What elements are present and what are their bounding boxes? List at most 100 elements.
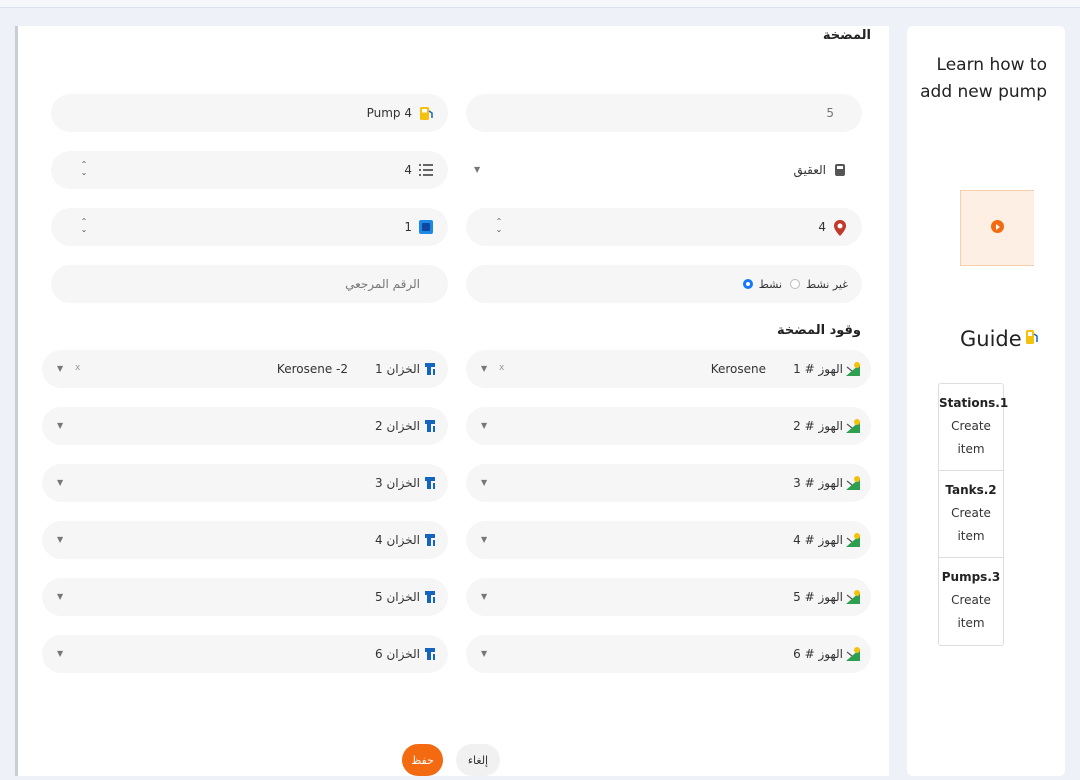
nozzle-select[interactable]: الهوز # 3 ▼	[466, 464, 871, 502]
cancel-button[interactable]: إلغاء	[456, 744, 500, 776]
tank-select[interactable]: الخزان 1 Kerosene -2 x ▼	[42, 350, 448, 388]
location-field[interactable]: 4 ⌃ ⌄	[466, 208, 862, 246]
nozzle-label: الهوز # 3	[793, 476, 843, 490]
reference-number-field[interactable]: الرقم المرجعي	[51, 265, 448, 303]
status-inactive-option[interactable]: غير نشط	[790, 278, 848, 291]
tank-label: الخزان 4	[375, 533, 420, 547]
chevron-down-icon[interactable]: ▼	[57, 649, 63, 658]
pump-name-value: Pump 4	[366, 106, 412, 120]
chevron-down-icon[interactable]: ▼	[57, 364, 63, 373]
pump-number-field[interactable]: 5	[466, 94, 862, 132]
guide-step-name: Tanks.2	[945, 483, 997, 497]
nozzle-select[interactable]: الهوز # 1 Kerosene x ▼	[466, 350, 871, 388]
top-bar	[0, 0, 1080, 8]
tank-select[interactable]: الخزان 2 ▼	[42, 407, 448, 445]
station-value: العقيق	[793, 163, 826, 177]
nozzle-label: الهوز # 2	[793, 419, 843, 433]
play-icon[interactable]	[991, 220, 1004, 233]
stepper-arrows-icon[interactable]: ⌃ ⌄	[79, 218, 89, 236]
section-title-fuels: وقود المضخة	[776, 323, 861, 338]
nozzle-select[interactable]: الهوز # 2 ▼	[466, 407, 871, 445]
guide-heading: Guide	[960, 327, 1039, 351]
location-pin-icon	[832, 219, 848, 236]
pump-number-value: 5	[826, 106, 834, 120]
list-icon	[418, 162, 434, 178]
fuel-pump-icon	[418, 105, 434, 121]
tank-select[interactable]: الخزان 4 ▼	[42, 521, 448, 559]
chevron-down-icon[interactable]: ▼	[57, 478, 63, 487]
tank-label: الخزان 2	[375, 419, 420, 433]
tank-label: الخزان 3	[375, 476, 420, 490]
tank-select[interactable]: الخزان 6 ▼	[42, 635, 448, 673]
chevron-down-icon[interactable]: ▼	[481, 478, 487, 487]
tank-icon	[422, 418, 438, 434]
tank-label: الخزان 1	[375, 362, 420, 376]
chevron-down-icon[interactable]: ▼	[481, 535, 487, 544]
radio-active[interactable]	[742, 279, 753, 289]
section-title-pump: المضخة	[822, 28, 871, 43]
tank-icon	[422, 532, 438, 548]
guide-step-stations[interactable]: Stations.1 Create item	[939, 384, 1009, 471]
tank-select[interactable]: الخزان 5 ▼	[42, 578, 448, 616]
clear-icon[interactable]: x	[499, 363, 504, 373]
guide-step-tanks[interactable]: Tanks.2 Create item	[939, 471, 1003, 558]
pump-form-card: المضخة Pump 4 5 4 ⌃ ⌄ العقيق ▼ 1 ⌃ ⌄ 4 ⌃…	[15, 26, 889, 776]
fuel-pump-icon	[1025, 327, 1039, 351]
guide-step-pumps[interactable]: Pumps.3 Create item	[939, 558, 1003, 645]
pump-count-field[interactable]: 4 ⌃ ⌄	[51, 151, 448, 189]
chevron-down-icon[interactable]: ▼	[474, 165, 480, 174]
status-active-option[interactable]: نشط	[742, 277, 783, 291]
chevron-down-icon[interactable]: ▼	[481, 421, 487, 430]
chevron-down-icon[interactable]: ▼	[481, 592, 487, 601]
pump-count-value: 4	[404, 163, 412, 177]
station-icon	[832, 162, 848, 178]
chevron-down-icon[interactable]: ▼	[481, 649, 487, 658]
clear-icon[interactable]: x	[75, 363, 80, 373]
tutorial-video[interactable]	[960, 190, 1034, 266]
guide-step-desc: Create item	[951, 419, 991, 456]
tank-icon	[422, 361, 438, 377]
nozzle-select[interactable]: الهوز # 5 ▼	[466, 578, 871, 616]
save-button[interactable]: حفظ	[402, 744, 443, 776]
nozzle-icon	[845, 532, 861, 548]
help-panel: Learn how to add new pump Guide Stations…	[907, 26, 1065, 776]
chevron-down-icon[interactable]: ▼	[57, 535, 63, 544]
chevron-down-icon[interactable]: ▼	[57, 421, 63, 430]
nozzle-icon	[845, 646, 861, 662]
station-select[interactable]: العقيق ▼	[466, 151, 862, 189]
radio-inactive[interactable]	[790, 279, 801, 289]
chevron-down-icon[interactable]: ▼	[481, 364, 487, 373]
location-value: 4	[818, 220, 826, 234]
guide-title: Guide	[960, 327, 1022, 351]
guide-steps: Stations.1 Create item Tanks.2 Create it…	[938, 383, 1009, 646]
status-active-label: نشط	[758, 277, 783, 291]
chevron-down-icon[interactable]: ▼	[57, 592, 63, 601]
nozzle-icon	[845, 475, 861, 491]
tank-label: الخزان 5	[375, 590, 420, 604]
tank-count-field[interactable]: 1 ⌃ ⌄	[51, 208, 448, 246]
nozzle-icon	[845, 589, 861, 605]
pump-name-field[interactable]: Pump 4	[51, 94, 448, 132]
tank-count-value: 1	[404, 220, 412, 234]
tank-fuel-value: Kerosene -2	[276, 362, 348, 376]
tank-icon	[422, 475, 438, 491]
tank-icon	[418, 219, 434, 235]
guide-step-desc: Create item	[951, 593, 991, 630]
nozzle-label: الهوز # 6	[793, 647, 843, 661]
status-field: غير نشط نشط	[466, 265, 862, 303]
reference-number-placeholder: الرقم المرجعي	[345, 277, 420, 291]
nozzle-label: الهوز # 1	[793, 362, 843, 376]
guide-step-name: Stations.1	[939, 396, 1009, 410]
nozzle-select[interactable]: الهوز # 4 ▼	[466, 521, 871, 559]
nozzle-label: الهوز # 5	[793, 590, 843, 604]
tank-select[interactable]: الخزان 3 ▼	[42, 464, 448, 502]
status-inactive-label: غير نشط	[806, 277, 848, 291]
stepper-arrows-icon[interactable]: ⌃ ⌄	[79, 161, 89, 179]
nozzle-select[interactable]: الهوز # 6 ▼	[466, 635, 871, 673]
guide-step-name: Pumps.3	[941, 570, 1001, 584]
stepper-arrows-icon[interactable]: ⌃ ⌄	[494, 218, 504, 236]
nozzle-fuel-value: Kerosene	[710, 362, 766, 376]
nozzle-icon	[845, 418, 861, 434]
nozzle-label: الهوز # 4	[793, 533, 843, 547]
tank-icon	[422, 589, 438, 605]
